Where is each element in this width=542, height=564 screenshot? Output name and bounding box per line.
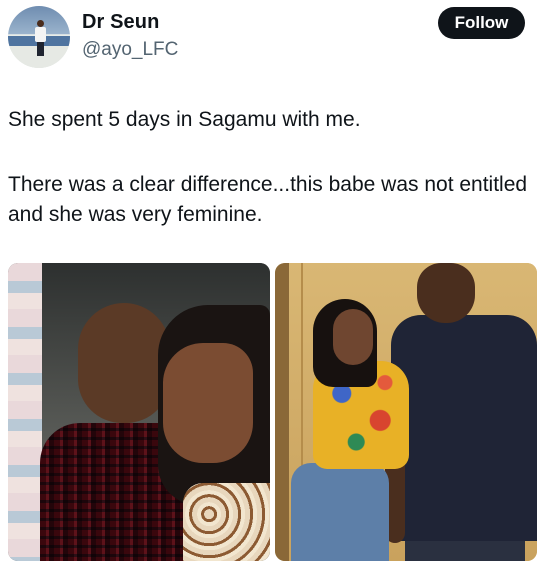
photo-left-man-head — [78, 303, 170, 423]
photo-left-woman-dress — [183, 483, 270, 561]
photo-left-curtain — [8, 263, 42, 561]
avatar[interactable] — [8, 6, 70, 68]
tweet-photo-right[interactable] — [275, 263, 537, 561]
photo-right-man-head — [417, 263, 475, 323]
user-handle[interactable]: @ayo_LFC — [82, 39, 178, 61]
tweet-text-paragraph2: There was a clear difference...this babe… — [8, 173, 528, 226]
tweet-text-line1: She spent 5 days in Sagamu with me. — [8, 108, 361, 131]
photo-right-man-shirt — [391, 315, 537, 541]
tweet-header: Dr Seun @ayo_LFC Follow — [0, 0, 542, 72]
photo-left-woman-face — [163, 343, 253, 463]
photo-right-woman-jeans — [291, 463, 389, 561]
photo-right-woman-face — [333, 309, 373, 365]
tweet-photo-left[interactable] — [8, 263, 270, 561]
avatar-person — [34, 20, 46, 60]
display-name[interactable]: Dr Seun — [82, 11, 159, 34]
photo-right-door — [275, 263, 289, 561]
follow-button[interactable]: Follow — [438, 7, 525, 39]
